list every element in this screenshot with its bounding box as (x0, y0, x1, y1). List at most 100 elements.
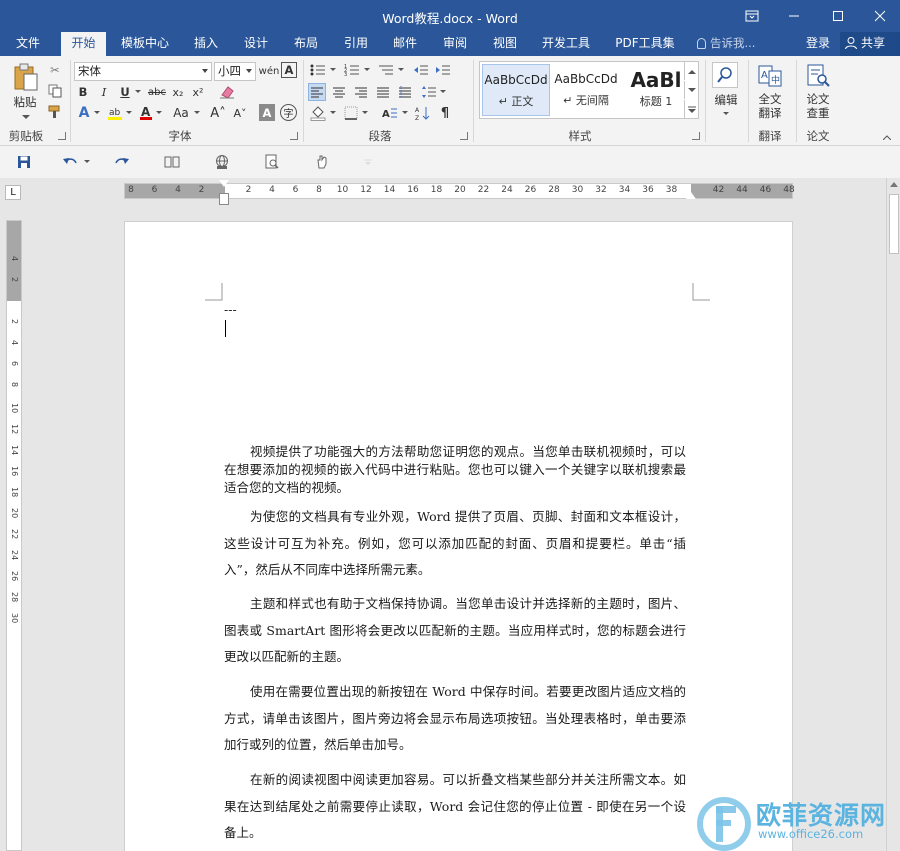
enclose-characters-button[interactable]: 字 (280, 104, 297, 121)
italic-button[interactable]: I (97, 84, 111, 100)
styles-scroll-down[interactable] (684, 81, 698, 99)
style-normal[interactable]: AaBbCcDd ↵ 正文 (482, 64, 550, 116)
align-right-button[interactable] (352, 83, 370, 101)
share-button[interactable]: 共享 (840, 32, 900, 56)
full-translate-button[interactable]: A中 (756, 62, 784, 90)
superscript-button[interactable]: x² (191, 84, 205, 100)
paste-dropdown[interactable] (16, 112, 36, 122)
character-shading-button[interactable]: A (259, 104, 275, 121)
tab-templates[interactable]: 模板中心 (113, 32, 177, 56)
font-color-button[interactable]: A (138, 104, 154, 122)
bullets-dropdown[interactable] (328, 62, 337, 78)
borders-dropdown[interactable] (360, 104, 369, 122)
tab-design[interactable]: 设计 (236, 32, 276, 56)
subscript-button[interactable]: x₂ (171, 84, 185, 100)
vertical-ruler[interactable]: 4 2 2 4 6 8 10 12 14 16 18 20 22 24 26 28 30 (6, 220, 22, 851)
tell-me-box[interactable]: 告诉我... (697, 32, 755, 56)
read-mode-button[interactable] (162, 152, 182, 172)
tab-references[interactable]: 引用 (336, 32, 376, 56)
doc-first-line[interactable]: --- (224, 302, 686, 317)
underline-button[interactable]: U (117, 84, 133, 100)
touch-mode-button[interactable] (312, 152, 332, 172)
collapse-ribbon-button[interactable] (880, 132, 894, 142)
customize-qat-button[interactable] (362, 152, 374, 172)
underline-dropdown[interactable] (133, 84, 143, 100)
close-button[interactable] (860, 0, 900, 32)
multilevel-dropdown[interactable] (396, 62, 405, 78)
format-painter-button[interactable] (46, 104, 64, 120)
paragraph-3[interactable]: 主题和样式也有助于文档保持协调。当您单击设计并选择新的主题时，图片、图表或 Sm… (224, 591, 686, 671)
change-case-dropdown[interactable] (192, 104, 202, 122)
styles-scroll-up[interactable] (684, 62, 698, 80)
phonetic-guide-button[interactable]: wén (259, 62, 280, 81)
web-layout-button[interactable] (212, 152, 232, 172)
styles-dialog-launcher[interactable] (692, 132, 700, 140)
shading-button[interactable] (308, 104, 328, 122)
paragraph-5[interactable]: 在新的阅读视图中阅读更加容易。可以折叠文档某些部分并关注所需文本。如果在达到结尾… (224, 767, 686, 847)
chinese-layout-dropdown[interactable] (400, 104, 409, 122)
bold-button[interactable]: B (76, 84, 90, 100)
multilevel-list-button[interactable] (376, 62, 396, 78)
login-link[interactable]: 登录 (806, 32, 830, 56)
paste-button[interactable] (10, 62, 42, 92)
undo-dropdown[interactable] (82, 152, 92, 172)
shrink-font-button[interactable]: A˅ (232, 104, 248, 122)
grow-font-button[interactable]: A˄ (210, 104, 226, 122)
tab-review[interactable]: 审阅 (435, 32, 475, 56)
font-color-dropdown[interactable] (154, 104, 164, 122)
shading-dropdown[interactable] (328, 104, 337, 122)
chinese-layout-button[interactable]: A (380, 104, 400, 122)
highlight-color-button[interactable]: ab (106, 104, 124, 122)
maximize-button[interactable] (818, 0, 858, 32)
clear-formatting-button[interactable] (218, 84, 236, 100)
tab-file[interactable]: 文件 (6, 32, 50, 56)
style-heading-1[interactable]: AaBl 标题 1 (622, 64, 690, 116)
tab-developer[interactable]: 开发工具 (535, 32, 597, 56)
font-dialog-launcher[interactable] (290, 132, 298, 140)
font-name-combo[interactable]: 宋体 (74, 62, 212, 81)
paper-check-button[interactable] (804, 62, 832, 90)
tab-view[interactable]: 视图 (485, 32, 525, 56)
right-indent-marker[interactable] (686, 192, 696, 199)
text-effects-button[interactable]: A (76, 104, 92, 122)
tab-mailings[interactable]: 邮件 (385, 32, 425, 56)
save-button[interactable] (14, 152, 34, 172)
ribbon-display-options-button[interactable] (732, 0, 772, 32)
distributed-button[interactable] (396, 83, 414, 101)
borders-button[interactable] (342, 104, 360, 122)
bullets-button[interactable] (308, 62, 328, 78)
paragraph-1[interactable]: 视频提供了功能强大的方法帮助您证明您的观点。当您单击联机视频时，可以在想要添加的… (224, 443, 686, 497)
styles-more-button[interactable] (684, 100, 698, 118)
tab-layout[interactable]: 布局 (286, 32, 326, 56)
text-effects-dropdown[interactable] (92, 104, 102, 122)
numbering-button[interactable]: 123 (342, 62, 362, 78)
decrease-indent-button[interactable] (412, 62, 430, 78)
tab-stop-selector[interactable]: L (5, 185, 21, 200)
align-center-button[interactable] (330, 83, 348, 101)
tab-insert[interactable]: 插入 (186, 32, 226, 56)
paragraph-4[interactable]: 使用在需要位置出现的新按钮在 Word 中保存时间。若要更改图片适应文档的方式，… (224, 679, 686, 759)
minimize-button[interactable] (774, 0, 814, 32)
numbering-dropdown[interactable] (362, 62, 371, 78)
tab-pdf-tools[interactable]: PDF工具集 (610, 32, 680, 56)
show-marks-button[interactable]: ¶ (436, 104, 454, 122)
strikethrough-button[interactable]: abc (147, 84, 167, 100)
justify-button[interactable] (374, 83, 392, 101)
scroll-up-arrow-icon[interactable] (890, 182, 898, 187)
highlight-dropdown[interactable] (124, 104, 134, 122)
hanging-indent-marker[interactable] (219, 193, 229, 205)
align-left-button[interactable] (308, 83, 326, 101)
editing-button[interactable] (712, 62, 738, 88)
editing-dropdown[interactable] (720, 110, 732, 118)
paragraph-dialog-launcher[interactable] (460, 132, 468, 140)
copy-button[interactable] (46, 83, 64, 99)
change-case-button[interactable]: Aa (170, 104, 192, 122)
first-line-indent-marker[interactable] (219, 180, 229, 187)
style-no-spacing[interactable]: AaBbCcDd ↵ 无间隔 (552, 64, 620, 116)
paragraph-2[interactable]: 为使您的文档具有专业外观，Word 提供了页眉、页脚、封面和文本框设计，这些设计… (224, 504, 686, 584)
line-spacing-dropdown[interactable] (438, 83, 447, 101)
redo-button[interactable] (112, 152, 132, 172)
font-size-combo[interactable]: 小四 (214, 62, 256, 81)
character-border-button[interactable]: A (281, 62, 297, 78)
increase-indent-button[interactable] (434, 62, 452, 78)
